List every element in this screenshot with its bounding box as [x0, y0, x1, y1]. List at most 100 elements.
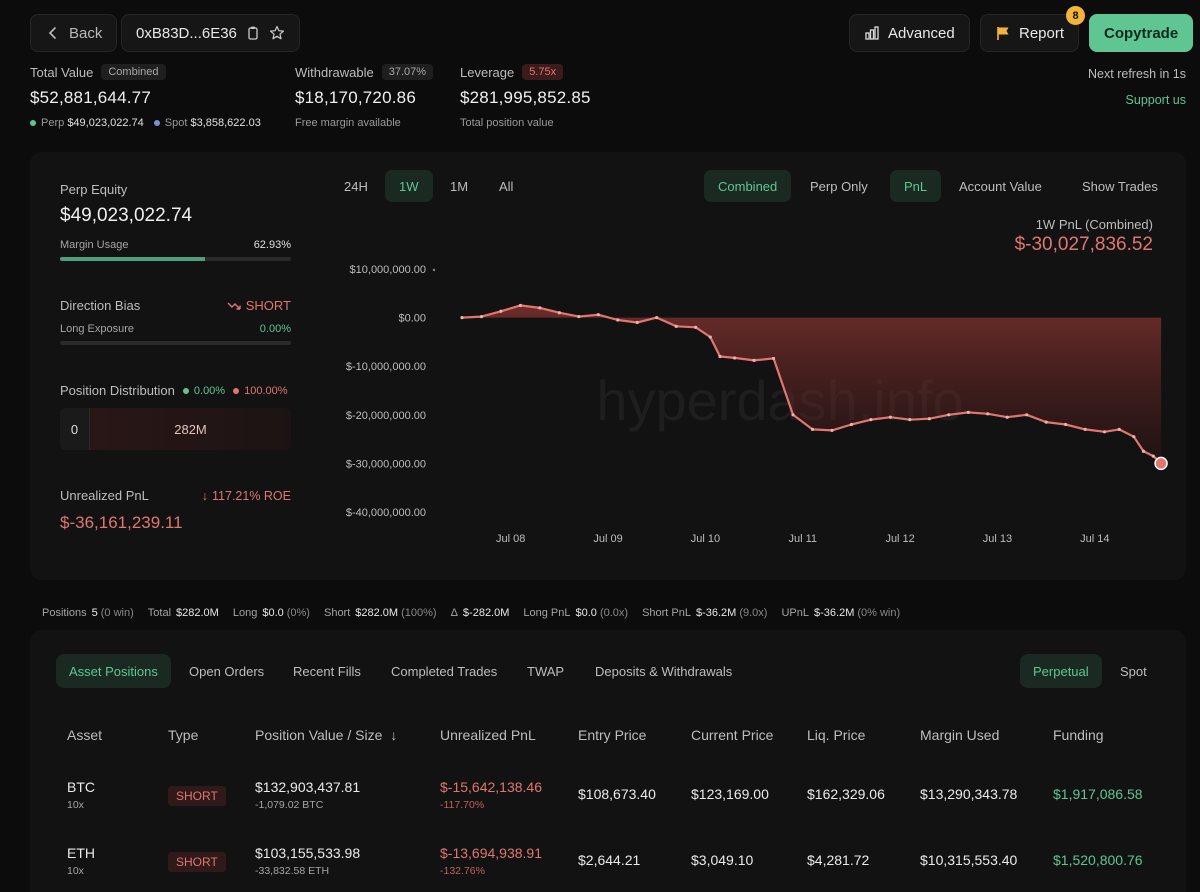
- col-current-price[interactable]: Current Price: [691, 727, 773, 743]
- pnl-data-point: [908, 418, 912, 422]
- col-asset[interactable]: Asset: [67, 727, 102, 743]
- col-funding[interactable]: Funding: [1053, 727, 1104, 743]
- tab-completed-trades[interactable]: Completed Trades: [378, 654, 510, 688]
- pnl-data-point: [1159, 461, 1163, 465]
- x-tick-label: Jul 08: [496, 533, 525, 545]
- tab-open-orders[interactable]: Open Orders: [176, 654, 277, 688]
- bar-chart-icon: [865, 26, 879, 40]
- tab-asset-positions[interactable]: Asset Positions: [56, 654, 171, 688]
- summary-shortpnl-meta: (9.0x): [739, 607, 768, 619]
- advanced-button[interactable]: Advanced: [849, 14, 970, 52]
- advanced-label: Advanced: [888, 24, 955, 42]
- pnl-data-point: [674, 324, 678, 328]
- margin-usage-fill: [60, 257, 206, 261]
- view-tab-account-value[interactable]: Account Value: [945, 170, 1056, 202]
- position-size: -33,832.58 ETH: [255, 865, 330, 877]
- pnl-data-point: [1117, 427, 1121, 431]
- col-unrealized-pnl[interactable]: Unrealized PnL: [440, 727, 536, 743]
- pnl-data-point: [1083, 427, 1087, 431]
- unrealized-pnl-label: Unrealized PnL: [60, 488, 149, 503]
- leverage-value: $281,995,852.85: [460, 88, 591, 107]
- summary-delta-value: $-282.0M: [462, 607, 510, 619]
- pnl-data-point: [1141, 449, 1146, 453]
- tab-spot[interactable]: Spot: [1107, 654, 1160, 688]
- pnl-data-point: [616, 318, 620, 322]
- pnl-data-point: [1132, 435, 1136, 439]
- pnl-data-point: [888, 415, 892, 419]
- position-distribution-header: Position Distribution 0.00% 100.00%: [60, 383, 291, 398]
- pnl-data-point: [499, 309, 503, 313]
- tab-perpetual[interactable]: Perpetual: [1020, 654, 1102, 688]
- pnl-data-point: [947, 413, 951, 417]
- summary-delta-label: Δ: [450, 607, 458, 619]
- flag-icon: [997, 27, 1009, 40]
- show-trades-toggle[interactable]: Show Trades: [1068, 170, 1172, 202]
- perp-equity-value: $49,023,022.74: [60, 205, 193, 226]
- total-value: $52,881,644.77: [30, 88, 151, 107]
- y-tick-label: $0.00: [398, 313, 426, 325]
- row-asset: BTC 10x: [67, 779, 95, 811]
- positions-panel: Asset Positions Open Orders Recent Fills…: [30, 630, 1186, 892]
- summary-long-value: $0.0: [262, 607, 284, 619]
- perp-equity-label: Perp Equity: [60, 182, 128, 197]
- y-tick-label: $10,000,000.00: [350, 264, 426, 276]
- tab-deposits-withdrawals[interactable]: Deposits & Withdrawals: [582, 654, 745, 688]
- col-position-value-label: Position Value / Size: [255, 727, 383, 743]
- x-tick-label: Jul 13: [983, 533, 1012, 545]
- pnl-data-point: [1151, 454, 1155, 458]
- combined-pill: Combined: [101, 64, 166, 80]
- row-funding: $1,520,800.76: [1053, 852, 1143, 868]
- withdrawable-pill: 37.07%: [381, 64, 434, 80]
- star-icon[interactable]: [269, 25, 285, 41]
- long-dot: [182, 387, 189, 394]
- pnl-data-point: [557, 311, 561, 315]
- pnl-data-point: [986, 412, 990, 416]
- range-tab-24h[interactable]: 24H: [330, 170, 382, 202]
- tab-recent-fills[interactable]: Recent Fills: [280, 654, 374, 688]
- back-button[interactable]: Back: [30, 14, 118, 52]
- support-link[interactable]: Support us: [1088, 93, 1186, 107]
- copytrade-button[interactable]: Copytrade: [1089, 14, 1194, 52]
- col-entry-price[interactable]: Entry Price: [578, 727, 646, 743]
- leverage-label: Leverage: [460, 64, 515, 80]
- withdrawable-label: Withdrawable: [295, 64, 374, 80]
- col-liq-price[interactable]: Liq. Price: [807, 727, 865, 743]
- report-button[interactable]: Report: [980, 14, 1080, 52]
- positions-summary: Positions 5 (0 win) Total $282.0M Long $0.0(…: [42, 607, 900, 619]
- copy-icon[interactable]: [245, 25, 261, 41]
- view-tab-pnl[interactable]: PnL: [890, 170, 942, 202]
- col-position-value[interactable]: Position Value / Size ↓: [255, 727, 397, 743]
- perp-dot: [30, 120, 36, 127]
- top-bar: Back 0xB83D...6E36 Advanced Report 8 Cop…: [30, 6, 1194, 52]
- pnl-data-point: [791, 413, 795, 417]
- withdrawable-sub: Free margin available: [295, 117, 401, 129]
- account-stats: Total Value Combined $52,881,644.77 Perp …: [30, 64, 1186, 134]
- range-tab-1m[interactable]: 1M: [436, 170, 482, 202]
- wallet-address: 0xB83D...6E36: [136, 24, 237, 42]
- pnl-series-line: [461, 304, 1162, 465]
- perp-label: Perp: [41, 117, 65, 129]
- type-badge: SHORT: [168, 852, 226, 872]
- dist-short-value: 282M: [90, 408, 291, 450]
- pnl-data-point: [538, 306, 542, 310]
- range-tab-all[interactable]: All: [485, 170, 527, 202]
- position-value: $103,155,533.98: [255, 845, 361, 861]
- leverage-pill: 5.75x: [522, 64, 564, 80]
- col-margin-used[interactable]: Margin Used: [920, 727, 999, 743]
- mode-tab-perp-only[interactable]: Perp Only: [796, 170, 882, 202]
- range-tab-1w[interactable]: 1W: [385, 170, 433, 202]
- long-exposure-label: Long Exposure: [60, 323, 134, 335]
- dist-long-value: 0: [60, 408, 90, 450]
- summary-upnl-label: UPnL: [781, 607, 809, 619]
- summary-shortpnl-value: $-36.2M: [695, 607, 737, 619]
- summary-positions-value: 5: [91, 607, 98, 619]
- row-asset: ETH 10x: [67, 845, 95, 877]
- chart-title: 1W PnL (Combined): [1035, 217, 1153, 232]
- margin-usage-bar: [60, 257, 291, 261]
- pnl-data-point: [596, 313, 600, 317]
- spot-dot: [153, 120, 160, 127]
- mode-tab-combined[interactable]: Combined: [704, 170, 792, 202]
- pnl-endpoint-marker: [1154, 456, 1168, 471]
- tab-twap[interactable]: TWAP: [514, 654, 577, 688]
- col-type[interactable]: Type: [168, 727, 198, 743]
